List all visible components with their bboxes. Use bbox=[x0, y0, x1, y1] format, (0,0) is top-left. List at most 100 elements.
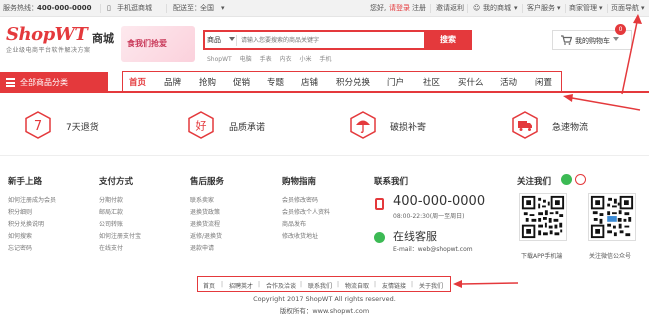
chat-icon[interactable] bbox=[374, 232, 385, 243]
footer-link[interactable]: 商品发布 bbox=[282, 219, 306, 228]
footer-link[interactable]: 退换货流程 bbox=[190, 219, 220, 228]
footer-link[interactable]: 积分兑换说明 bbox=[8, 219, 44, 228]
bottom-link-cooperation[interactable]: 合作及洽谈 bbox=[266, 281, 296, 290]
nav-item-points-exchange[interactable]: 积分兑换 bbox=[336, 76, 370, 88]
contact-email: E-mail：web@shopwt.com bbox=[393, 246, 473, 253]
register-link[interactable]: 注册 bbox=[412, 4, 426, 13]
nav-item-what-to-buy[interactable]: 买什么 bbox=[458, 76, 484, 88]
hot-word-link[interactable]: 内衣 bbox=[280, 56, 292, 63]
merchant-admin-menu[interactable]: 商家管理 bbox=[569, 4, 597, 13]
logo[interactable]: ShopWT bbox=[6, 24, 88, 45]
contact-phone: 400-000-0000 bbox=[393, 194, 486, 209]
bottom-link-careers[interactable]: 招聘英才 bbox=[229, 281, 253, 290]
nav-item-idle[interactable]: 闲置 bbox=[535, 76, 552, 88]
divider bbox=[0, 155, 649, 156]
hot-word-link[interactable]: ShopWT bbox=[207, 56, 232, 63]
nav-item-brand[interactable]: 品牌 bbox=[164, 76, 181, 88]
svg-text:7: 7 bbox=[34, 119, 42, 134]
chevron-down-icon[interactable] bbox=[229, 37, 235, 41]
my-mall-link[interactable]: 我的商城 bbox=[483, 4, 511, 13]
nav-item-events[interactable]: 活动 bbox=[500, 76, 517, 88]
invite-rebate-link[interactable]: 邀请返利 bbox=[436, 4, 464, 13]
mobile-mall-link[interactable]: 手机逛商城 bbox=[117, 4, 152, 13]
footer-link[interactable]: 退换货政策 bbox=[190, 207, 220, 216]
nav-item-portal[interactable]: 门户 bbox=[387, 76, 404, 88]
hot-word-link[interactable]: 手机 bbox=[319, 56, 331, 63]
contact-hours: 08:00-22:30(周一至周日) bbox=[393, 213, 465, 220]
umbrella-icon bbox=[350, 111, 376, 139]
nav-item-stores[interactable]: 店铺 bbox=[301, 76, 318, 88]
footer-link[interactable]: 联系卖家 bbox=[190, 195, 214, 204]
cart-icon bbox=[561, 35, 572, 45]
footer-column-title: 支付方式 bbox=[99, 177, 134, 187]
nav-item-home[interactable]: 首页 bbox=[129, 76, 146, 88]
arrow-to-bottom-links bbox=[460, 282, 519, 285]
promo-banner[interactable]: 食我们抢爱 bbox=[121, 26, 195, 62]
qr-caption: 下载APP手机端 bbox=[521, 253, 563, 260]
search-input[interactable] bbox=[241, 33, 421, 47]
customer-service-menu[interactable]: 客户服务 bbox=[527, 4, 555, 13]
bottom-link-friend-links[interactable]: 友情链接 bbox=[382, 281, 406, 290]
wechat-qr-code bbox=[588, 193, 636, 241]
all-categories-button[interactable]: 全部商品分类 bbox=[0, 72, 108, 93]
bottom-link-home[interactable]: 首页 bbox=[203, 281, 215, 290]
footer-link[interactable]: 邮局汇款 bbox=[99, 207, 123, 216]
chevron-down-icon[interactable]: ▾ bbox=[514, 4, 518, 13]
bottom-link-about[interactable]: 关于我们 bbox=[419, 281, 443, 290]
truck-icon bbox=[512, 111, 538, 139]
chevron-down-icon[interactable]: ▾ bbox=[557, 4, 561, 13]
qr-caption: 关注微信公众号 bbox=[589, 253, 632, 260]
footer-link[interactable]: 分期付款 bbox=[99, 195, 123, 204]
hotline-label: 服务热线： bbox=[3, 4, 38, 12]
footer-link[interactable]: 修改收货地址 bbox=[282, 231, 318, 240]
footer-link[interactable]: 如何注册支付宝 bbox=[99, 231, 141, 240]
top-bar: 服务热线： 400-000-0000 ▯ 手机逛商城 配送至： 全国 ▾ 您好,… bbox=[0, 0, 649, 17]
cart-button[interactable]: 我的购物车 0 bbox=[552, 24, 632, 50]
owner-text: 版权所有：www.shopwt.com bbox=[279, 307, 370, 315]
all-categories-label: 全部商品分类 bbox=[20, 78, 68, 87]
delivery-region-select[interactable]: 全国 bbox=[200, 4, 214, 13]
chevron-down-icon[interactable]: ▾ bbox=[599, 4, 603, 13]
search-button[interactable]: 搜索 bbox=[424, 30, 472, 50]
search-category-select[interactable]: 商品 bbox=[207, 35, 221, 45]
footer-link[interactable]: 退款申请 bbox=[190, 243, 214, 252]
chevron-down-icon[interactable]: ▾ bbox=[641, 4, 645, 13]
wechat-icon[interactable] bbox=[561, 174, 572, 185]
hot-search-words: ShopWT 电脑 手表 内衣 小米 手机 bbox=[207, 54, 337, 63]
footer-link[interactable]: 会员修改个人资料 bbox=[282, 207, 330, 216]
arrowhead bbox=[563, 94, 573, 102]
nav-item-flash-sale[interactable]: 抢购 bbox=[199, 76, 216, 88]
chevron-down-icon[interactable]: ▾ bbox=[221, 4, 225, 13]
weibo-icon[interactable] bbox=[575, 174, 586, 185]
bottom-link-contact[interactable]: 联系我们 bbox=[308, 281, 332, 290]
hot-word-link[interactable]: 小米 bbox=[299, 56, 311, 63]
mobile-icon[interactable]: ▯ bbox=[107, 4, 111, 13]
footer-link[interactable]: 返修/退换货 bbox=[190, 231, 222, 240]
footer-link[interactable]: 积分细则 bbox=[8, 207, 32, 216]
svg-text:好: 好 bbox=[196, 119, 207, 133]
hotline-number: 400-000-0000 bbox=[37, 4, 92, 12]
footer-link[interactable]: 如何注册成为会员 bbox=[8, 195, 56, 204]
cart-count-badge: 0 bbox=[615, 24, 626, 35]
page-nav-menu[interactable]: 页面导航 bbox=[611, 4, 639, 13]
footer-link[interactable]: 忘记密码 bbox=[8, 243, 32, 252]
footer-link[interactable]: 会员修改密码 bbox=[282, 195, 318, 204]
hot-word-link[interactable]: 电脑 bbox=[240, 56, 252, 63]
arrowhead bbox=[453, 280, 462, 288]
footer-link[interactable]: 如何搜索 bbox=[8, 231, 32, 240]
footer-link[interactable]: 在线支付 bbox=[99, 243, 123, 252]
login-link[interactable]: 请登录 bbox=[389, 4, 410, 13]
bottom-link-pickup[interactable]: 物流自取 bbox=[345, 281, 369, 290]
service-label: 破损补寄 bbox=[390, 123, 427, 133]
app-qr-code bbox=[519, 193, 567, 241]
hot-word-link[interactable]: 手表 bbox=[260, 56, 272, 63]
footer-column-title: 联系我们 bbox=[374, 177, 409, 187]
nav-item-community[interactable]: 社区 bbox=[423, 76, 440, 88]
nav-item-promotion[interactable]: 促销 bbox=[233, 76, 250, 88]
nav-item-topics[interactable]: 专题 bbox=[267, 76, 284, 88]
user-icon: ☺ bbox=[473, 4, 481, 12]
footer-link[interactable]: 公司转账 bbox=[99, 219, 123, 228]
follow-title: 关注我们 bbox=[517, 177, 552, 187]
cart-label: 我的购物车 bbox=[575, 37, 610, 45]
online-service-link[interactable]: 在线客服 bbox=[393, 228, 437, 244]
